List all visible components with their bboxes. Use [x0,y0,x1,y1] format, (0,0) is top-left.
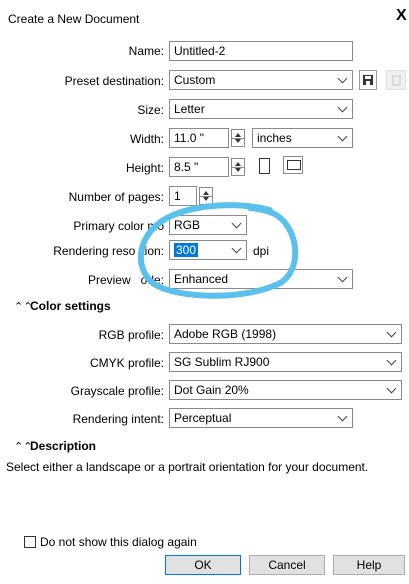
increment-icon [235,133,241,137]
ok-button[interactable]: OK [165,555,241,575]
rendering-intent-select[interactable]: Perceptual [169,408,353,428]
landscape-icon [287,160,301,170]
width-input[interactable]: 11.0 " [169,128,229,148]
rendering-intent-value: Perceptual [174,411,232,425]
portrait-icon[interactable] [259,158,270,174]
name-input[interactable]: Untitled-2 [169,41,353,61]
preset-value: Custom [174,73,216,87]
units-value: inches [257,131,292,145]
decrement-icon [235,168,241,172]
description-heading[interactable]: Description [30,439,96,453]
dont-show-checkbox[interactable] [24,536,36,548]
chevron-down-icon [337,411,348,422]
cmyk-profile-label: CMYK profile: [89,356,164,370]
help-button[interactable]: Help [333,555,405,575]
name-label: Name: [128,44,164,58]
rgb-profile-value: Adobe RGB (1998) [174,327,277,341]
landscape-button[interactable] [283,156,303,174]
cmyk-profile-value: SG Sublim RJ900 [174,355,270,369]
rgb-profile-select[interactable]: Adobe RGB (1998) [169,324,402,344]
chevron-down-icon [386,383,397,394]
save-preset-button[interactable] [359,70,377,90]
height-stepper[interactable] [231,158,245,176]
increment-icon [203,191,209,195]
grayscale-profile-select[interactable]: Dot Gain 20% [169,380,402,400]
size-select[interactable]: Letter [169,99,353,119]
width-label: Width: [129,132,164,146]
size-label: Size: [137,103,164,117]
chevron-down-icon [337,272,348,283]
close-button[interactable]: X [396,8,407,24]
chevron-down-icon [386,327,397,338]
description-text: Select either a landscape or a portrait … [6,460,369,474]
grayscale-profile-label: Grayscale profile: [70,384,164,398]
size-value: Letter [174,102,205,116]
preset-select[interactable]: Custom [169,70,353,90]
trash-icon [392,75,401,86]
chevron-down-icon [337,131,348,142]
grayscale-profile-value: Dot Gain 20% [174,383,249,397]
rgb-profile-label: RGB profile: [98,328,164,342]
chevron-down-icon [337,102,348,113]
units-select[interactable]: inches [252,128,353,148]
height-label: Height: [125,161,164,175]
rendering-intent-label: Rendering intent: [72,412,164,426]
dont-show-label[interactable]: Do not show this dialog again [40,535,197,549]
decrement-icon [235,139,241,143]
cancel-button[interactable]: Cancel [249,555,325,575]
preset-label: Preset destination: [64,74,164,88]
cmyk-profile-select[interactable]: SG Sublim RJ900 [169,352,402,372]
chevron-down-icon [386,355,397,366]
width-stepper[interactable] [231,129,245,147]
annotation-circle [137,202,299,299]
delete-preset-button[interactable] [386,70,406,90]
dialog-title: Create a New Document [8,12,140,26]
increment-icon [235,162,241,166]
height-input[interactable]: 8.5 " [169,157,229,177]
chevron-down-icon [337,73,348,84]
save-icon [363,75,373,85]
color-settings-heading[interactable]: Color settings [30,299,111,313]
